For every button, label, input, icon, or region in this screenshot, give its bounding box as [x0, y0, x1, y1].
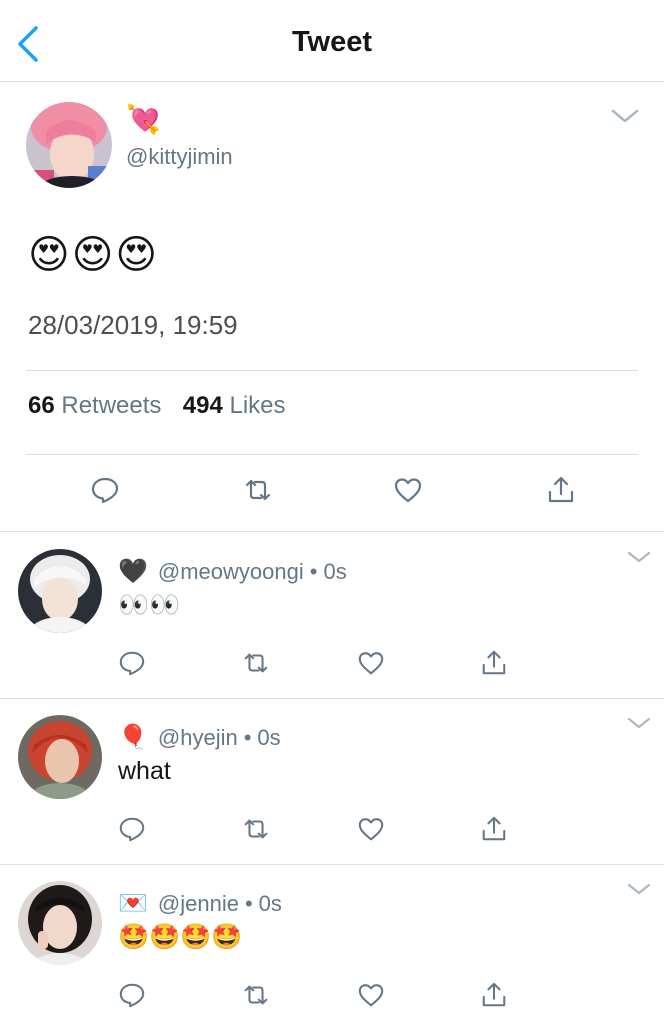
- reply-text: what: [118, 757, 171, 785]
- reply-tweet[interactable]: 🎈 @hyejin • 0s what: [0, 699, 664, 865]
- avatar[interactable]: [18, 549, 102, 633]
- reply-icon[interactable]: [118, 815, 146, 843]
- chevron-down-icon[interactable]: [626, 881, 652, 897]
- divider: [26, 370, 638, 371]
- share-icon[interactable]: [546, 475, 576, 505]
- chevron-down-icon[interactable]: [626, 549, 652, 565]
- share-icon[interactable]: [480, 981, 508, 1009]
- display-name-emoji: 🖤: [118, 558, 148, 585]
- tweet-text: 😍😍😍: [28, 233, 160, 277]
- chevron-down-icon[interactable]: [626, 715, 652, 731]
- reply-tweet[interactable]: 💌 @jennie • 0s 🤩🤩🤩🤩: [0, 865, 664, 1024]
- display-name-emoji: 💘: [126, 104, 161, 135]
- username-handle[interactable]: @kittyjimin: [126, 144, 233, 170]
- retweets-count[interactable]: 66: [28, 392, 55, 419]
- reply-time: 0s: [257, 724, 281, 750]
- retweet-icon[interactable]: [243, 475, 273, 505]
- avatar[interactable]: [26, 102, 112, 188]
- divider: [26, 454, 638, 455]
- retweet-icon[interactable]: [242, 981, 270, 1009]
- reply-icon[interactable]: [118, 981, 146, 1009]
- likes-label[interactable]: Likes: [229, 392, 285, 419]
- retweet-icon[interactable]: [242, 649, 270, 677]
- reply-header: 🖤 @meowyoongi • 0s: [118, 557, 347, 586]
- avatar[interactable]: [18, 881, 102, 965]
- reply-time: 0s: [258, 890, 282, 916]
- reply-tweet[interactable]: 🖤 @meowyoongi • 0s 👀👀: [0, 533, 664, 699]
- main-tweet: 💘 @kittyjimin 😍😍😍 28/03/2019, 19:59 66 R…: [0, 82, 664, 532]
- heart-icon[interactable]: [393, 475, 423, 505]
- username-handle[interactable]: @jennie: [158, 891, 239, 917]
- reply-icon[interactable]: [118, 649, 146, 677]
- retweets-label[interactable]: Retweets: [61, 392, 161, 419]
- chevron-down-icon[interactable]: [610, 106, 640, 126]
- retweet-icon[interactable]: [242, 815, 270, 843]
- separator-dot: •: [244, 890, 253, 916]
- likes-count[interactable]: 494: [183, 392, 223, 419]
- share-icon[interactable]: [480, 649, 508, 677]
- reply-time: 0s: [323, 558, 347, 584]
- separator-dot: •: [309, 558, 318, 584]
- reply-text: 🤩🤩🤩🤩: [118, 923, 243, 951]
- tweet-stats: 66 Retweets 494 Likes: [28, 392, 286, 420]
- reply-header: 🎈 @hyejin • 0s: [118, 723, 281, 752]
- username-handle[interactable]: @meowyoongi: [158, 559, 304, 585]
- display-name-emoji: 💌: [118, 890, 148, 917]
- separator-dot: •: [243, 724, 252, 750]
- share-icon[interactable]: [480, 815, 508, 843]
- avatar[interactable]: [18, 715, 102, 799]
- heart-icon[interactable]: [357, 815, 385, 843]
- reply-text: 👀👀: [118, 591, 181, 619]
- display-name-emoji: 🎈: [118, 724, 148, 751]
- username-handle[interactable]: @hyejin: [158, 725, 238, 751]
- tweet-timestamp: 28/03/2019, 19:59: [28, 310, 238, 340]
- reply-header: 💌 @jennie • 0s: [118, 889, 282, 918]
- heart-icon[interactable]: [357, 981, 385, 1009]
- heart-icon[interactable]: [357, 649, 385, 677]
- page-title: Tweet: [291, 26, 373, 58]
- reply-icon[interactable]: [90, 475, 120, 505]
- navigation-bar: Tweet: [0, 0, 664, 82]
